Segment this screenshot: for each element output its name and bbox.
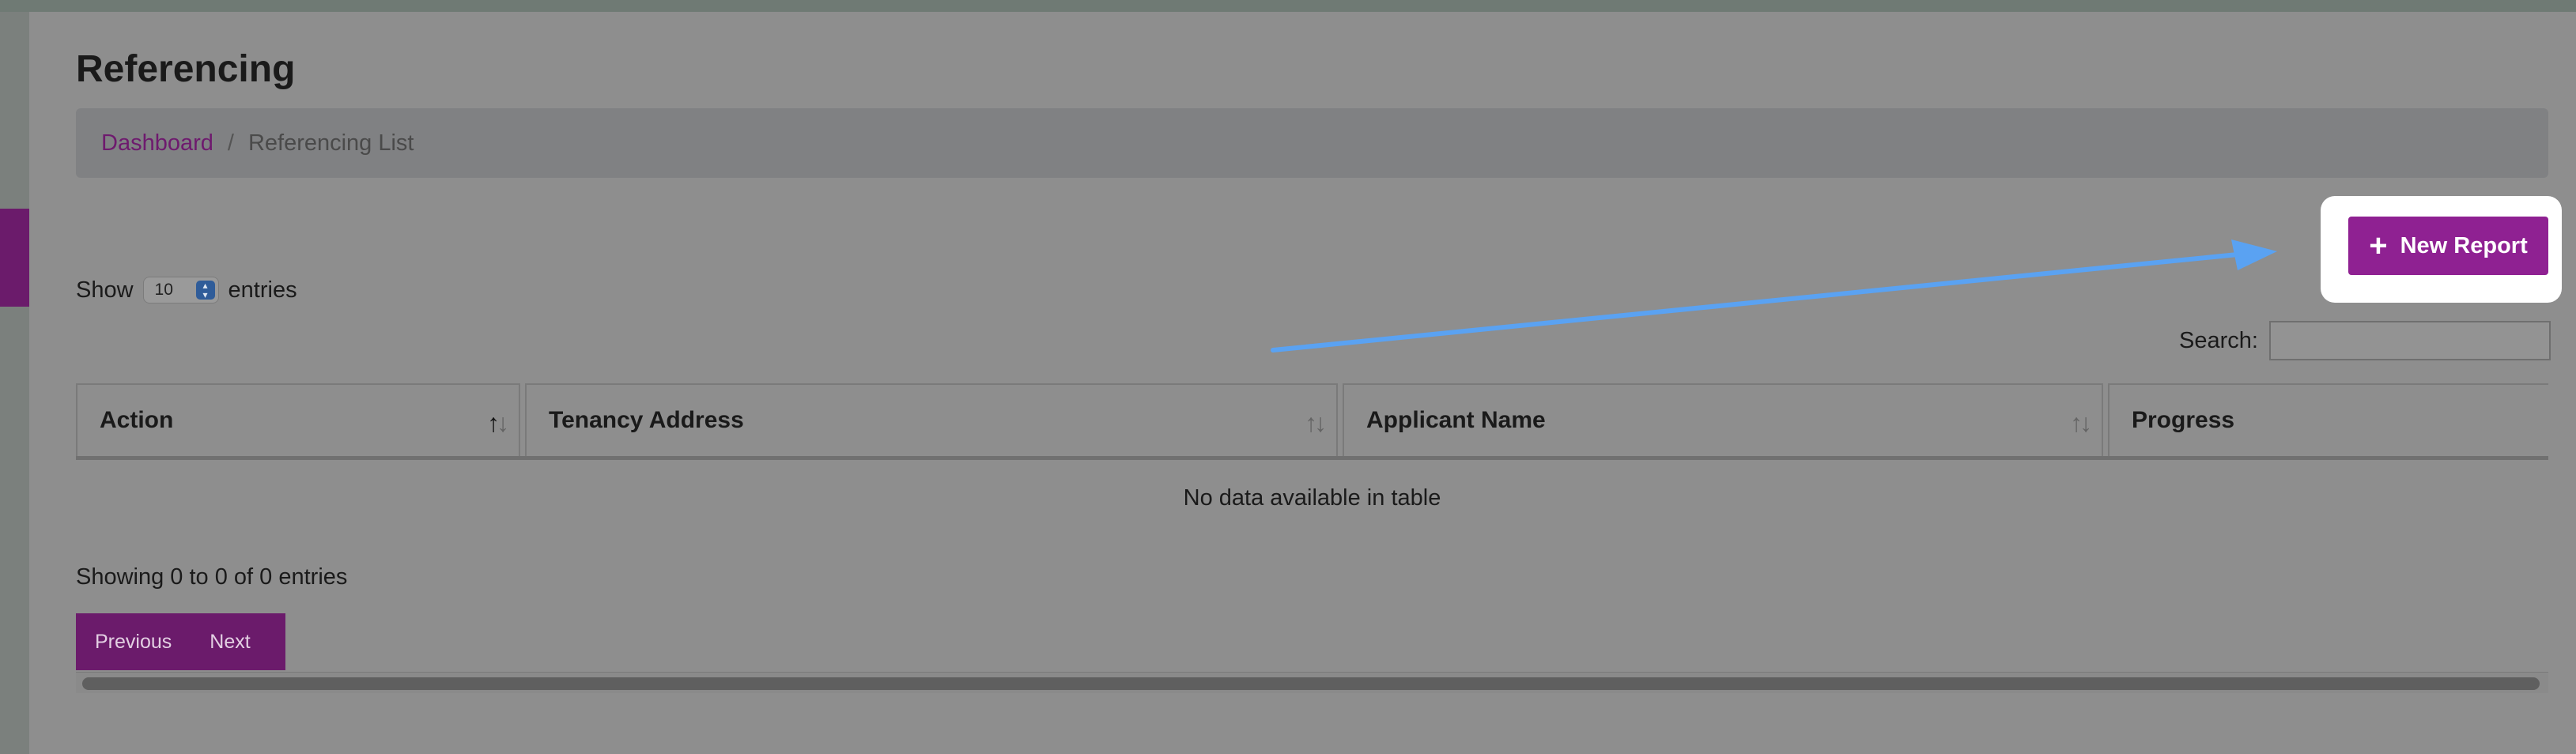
column-header-applicant-name[interactable]: Applicant Name ↑↓ [1343,383,2103,456]
table-info: Showing 0 to 0 of 0 entries [76,564,348,590]
breadcrumb-dashboard-link[interactable]: Dashboard [101,130,213,156]
column-header-action[interactable]: Action ↑↓ [76,383,520,456]
sidebar-active-indicator[interactable] [0,209,29,307]
length-suffix: entries [228,277,297,303]
breadcrumb-current: Referencing List [247,130,414,156]
length-control: Show 10 ▴ ▾ entries [76,277,297,303]
search-control: Search: [2179,321,2551,360]
entries-per-page-value: 10 [154,281,173,299]
table-header-row: Action ↑↓ Tenancy Address ↑↓ Applicant N… [76,383,2548,460]
length-prefix: Show [76,277,134,303]
column-header-label: Action [100,407,174,433]
sort-icon: ↑↓ [1305,409,1327,437]
annotation-arrow [1271,239,2277,352]
breadcrumb-separator: / [227,130,234,156]
table-empty-message: No data available in table [1183,485,1441,511]
search-input[interactable] [2268,321,2551,360]
new-report-button[interactable]: + New Report [2348,217,2548,275]
column-header-label: Tenancy Address [549,407,744,433]
sort-ascending-icon: ↑↓ [487,409,509,437]
horizontal-scrollbar[interactable] [76,672,2548,693]
pagination: Previous Next [76,613,285,670]
select-caret-icon: ▴ ▾ [195,281,215,300]
sort-icon: ↑↓ [2070,409,2092,437]
column-header-progress[interactable]: Progress [2108,383,2548,456]
breadcrumb: Dashboard / Referencing List [76,108,2548,178]
column-header-tenancy-address[interactable]: Tenancy Address ↑↓ [525,383,1338,456]
column-header-label: Progress [2132,407,2235,433]
next-button[interactable]: Next [191,631,269,654]
previous-button[interactable]: Previous [76,631,191,654]
page-title: Referencing [76,48,296,90]
column-header-label: Applicant Name [1366,407,1546,433]
plus-icon: + [2369,228,2388,263]
sidebar-collapsed [0,12,29,754]
entries-per-page-select[interactable]: 10 ▴ ▾ [142,277,219,303]
new-report-label: New Report [2400,232,2528,258]
scrollbar-thumb[interactable] [82,677,2540,690]
top-bar [0,0,2576,12]
referencing-table: Action ↑↓ Tenancy Address ↑↓ Applicant N… [76,383,2548,511]
search-label: Search: [2179,327,2258,353]
